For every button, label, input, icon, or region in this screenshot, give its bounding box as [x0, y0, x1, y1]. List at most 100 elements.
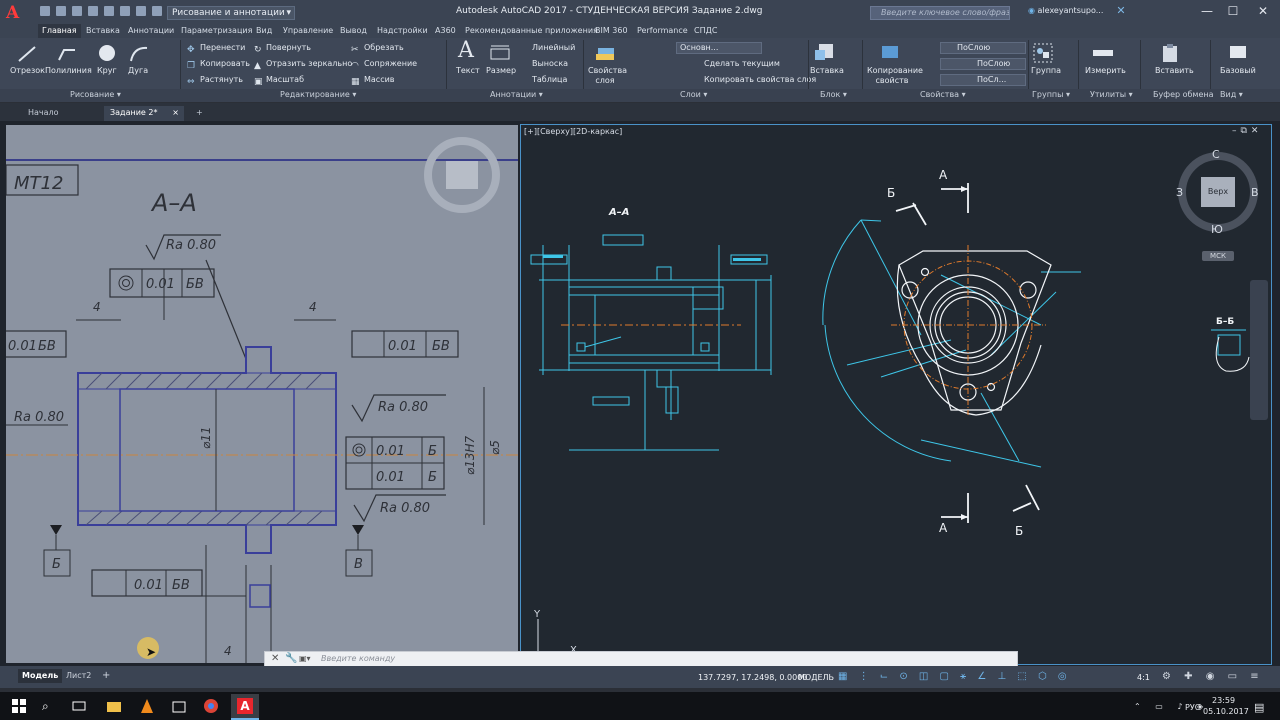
insert-block-icon[interactable] [813, 42, 835, 64]
tab-parametric[interactable]: Параметризация [181, 24, 252, 38]
navigation-bar[interactable] [1250, 280, 1268, 420]
base-view-icon[interactable] [1228, 44, 1250, 62]
rotate-button[interactable]: Повернуть [266, 43, 311, 52]
command-line[interactable]: ✕ 🔧 ▣▾ Введите команду [264, 651, 1018, 667]
status-toggle-icons[interactable]: ▦ ⋮ ⌙ ⊙ ◫ ▢ ⚹ ∠ ⊥ ⬚ ⬡ ◎ [838, 671, 1138, 685]
tab-manage[interactable]: Управление [283, 24, 333, 38]
line-button[interactable]: Отрезок [10, 66, 45, 75]
line-icon[interactable] [16, 44, 38, 64]
panel-draw-label[interactable]: Рисование ▾ [70, 90, 121, 99]
layer-properties-button[interactable]: Свойства слоя [588, 66, 627, 86]
exchange-icon[interactable]: ✕ [1098, 0, 1144, 24]
linear-button[interactable]: Линейный [532, 43, 575, 52]
autocad-taskbar-button[interactable]: A [231, 694, 259, 720]
array-button[interactable]: Массив [364, 75, 395, 84]
leader-button[interactable]: Выноска [532, 59, 568, 68]
tab-insert[interactable]: Вставка [86, 24, 120, 38]
lineweight-select[interactable]: ПоСл... [940, 74, 1026, 86]
text-icon[interactable]: A [458, 38, 474, 63]
fillet-button[interactable]: Сопряжение [364, 59, 417, 68]
panel-utilities-label[interactable]: Утилиты ▾ [1090, 90, 1133, 99]
compass-west[interactable]: З [1176, 186, 1183, 199]
plot-icon[interactable] [104, 6, 114, 16]
ucs-menu[interactable]: МСК [1202, 251, 1234, 261]
clock-time[interactable]: 23:59 [1212, 696, 1235, 705]
new-icon[interactable] [40, 6, 50, 16]
tab-output[interactable]: Вывод [340, 24, 367, 38]
windows-start-icon[interactable] [12, 699, 26, 713]
mirror-button[interactable]: Отразить зеркально [266, 59, 352, 68]
make-current-button[interactable]: Сделать текущим [704, 59, 780, 68]
compass-south[interactable]: Ю [1211, 223, 1223, 236]
notifications-icon[interactable]: ▤ [1254, 701, 1264, 714]
group-button[interactable]: Группа [1031, 66, 1061, 75]
color-select[interactable]: ПоСлою [940, 42, 1026, 54]
match-layer-button[interactable]: Копировать свойства слоя [704, 75, 816, 84]
panel-groups-label[interactable]: Группы ▾ [1032, 90, 1070, 99]
autocad-logo-button[interactable]: A [6, 3, 34, 23]
panel-block-label[interactable]: Блок ▾ [820, 90, 847, 99]
scale-button[interactable]: Масштаб [266, 75, 304, 84]
panel-view-label[interactable]: Вид ▾ [1220, 90, 1243, 99]
redo-icon[interactable] [136, 6, 146, 16]
tab-annotate[interactable]: Аннотации [128, 24, 174, 38]
circle-icon[interactable] [96, 42, 118, 64]
tab-model[interactable]: Модель [18, 669, 63, 683]
tab-layout2[interactable]: Лист2 [66, 669, 91, 683]
panel-clipboard-label[interactable]: Буфер обмена [1153, 90, 1214, 99]
arc-button[interactable]: Дуга [128, 66, 148, 75]
new-tab-button[interactable]: + [190, 106, 206, 121]
clock-date[interactable]: 05.10.2017 [1203, 707, 1249, 716]
tab-document[interactable]: Задание 2* × [104, 106, 184, 121]
task-view-icon[interactable] [72, 699, 86, 713]
store-icon[interactable] [172, 699, 186, 713]
annotation-scale[interactable]: 4:1 [1137, 673, 1150, 682]
workspace-select[interactable]: Рисование и аннотации ▾ [167, 6, 295, 20]
tab-start[interactable]: Начало [22, 106, 102, 121]
tab-home[interactable]: Главная [38, 24, 81, 38]
polyline-icon[interactable] [56, 44, 78, 64]
user-account[interactable]: ◉ alexeyantsupo... [1028, 6, 1103, 15]
save-as-icon[interactable] [88, 6, 98, 16]
tab-view[interactable]: Вид [256, 24, 272, 38]
measure-icon[interactable] [1091, 44, 1115, 62]
insert-button[interactable]: Вставка [810, 66, 844, 75]
table-button[interactable]: Таблица [532, 75, 567, 84]
viewcube-top-face[interactable]: Верх [1201, 177, 1235, 207]
dimension-button[interactable]: Размер [486, 66, 516, 75]
paste-button[interactable]: Вставить [1155, 66, 1194, 75]
dimension-icon[interactable] [489, 43, 511, 63]
save-icon[interactable] [72, 6, 82, 16]
search-input[interactable]: Введите ключевое слово/фразу [870, 6, 1010, 20]
match-properties-button[interactable]: Копирование свойств [867, 66, 923, 86]
tab-a360[interactable]: A360 [435, 24, 456, 38]
compass-north[interactable]: С [1212, 148, 1220, 161]
circle-button[interactable]: Круг [97, 66, 117, 75]
input-language[interactable]: РУС [1185, 703, 1200, 712]
panel-modify-label[interactable]: Редактирование ▾ [280, 90, 356, 99]
arc-icon[interactable] [128, 44, 150, 64]
measure-button[interactable]: Измерить [1085, 66, 1126, 75]
move-button[interactable]: Перенести [200, 43, 245, 52]
panel-layers-label[interactable]: Слои ▾ [680, 90, 707, 99]
base-view-button[interactable]: Базовый [1220, 66, 1256, 75]
linetype-select[interactable]: ПоСлою [940, 58, 1026, 70]
copy-button[interactable]: Копировать [200, 59, 250, 68]
group-icon[interactable] [1032, 42, 1054, 64]
tab-addins[interactable]: Надстройки [377, 24, 428, 38]
add-layout-button[interactable]: + [102, 669, 110, 683]
model-space-toggle[interactable]: МОДЕЛЬ [798, 673, 834, 682]
text-button[interactable]: Текст [456, 66, 480, 75]
panel-properties-label[interactable]: Свойства ▾ [920, 90, 966, 99]
command-input[interactable]: Введите команду [321, 654, 395, 663]
tab-bim360[interactable]: BIM 360 [595, 24, 628, 38]
open-icon[interactable] [56, 6, 66, 16]
layer-select[interactable]: Основн... [676, 42, 762, 54]
compass-east[interactable]: В [1251, 186, 1259, 199]
status-settings-icons[interactable]: ⚙ ✚ ◉ ▭ ≡ [1162, 671, 1264, 682]
tab-performance[interactable]: Performance [637, 24, 688, 38]
stretch-button[interactable]: Растянуть [200, 75, 243, 84]
file-explorer-icon[interactable] [107, 699, 121, 713]
close-button[interactable]: ✕ [1240, 0, 1280, 24]
tab-spds[interactable]: СПДС [694, 24, 717, 38]
